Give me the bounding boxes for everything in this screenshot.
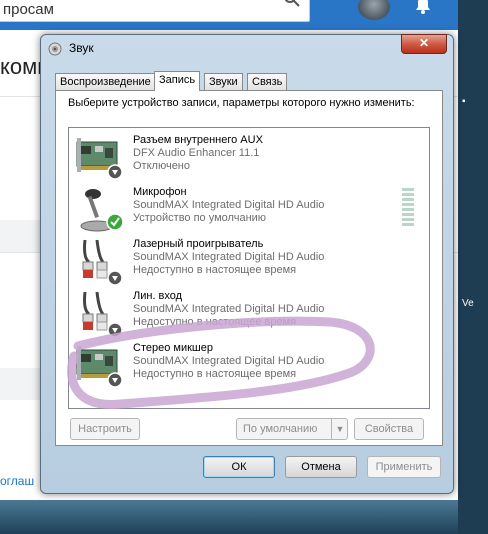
rca-cable-icon <box>82 239 123 286</box>
desktop-right-strip <box>458 0 488 534</box>
right-edge-text-ve: Ve <box>462 298 474 309</box>
device-name: Лазерный проигрыватель <box>133 238 264 250</box>
search-icon[interactable] <box>283 0 301 8</box>
device-driver: SoundMAX Integrated Digital HD Audio <box>133 199 325 211</box>
set-default-button[interactable]: По умолчанию ▼ <box>236 418 348 440</box>
device-status: Отключено <box>133 160 190 172</box>
level-meter <box>402 188 414 228</box>
list-item-aux[interactable]: Разъем внутреннего AUX DFX Audio Enhance… <box>69 132 427 184</box>
close-button[interactable]: ✕ <box>401 34 447 54</box>
list-item-laser-player[interactable]: Лазерный проигрыватель SoundMAX Integrat… <box>69 236 427 288</box>
chevron-down-icon[interactable]: ▼ <box>331 419 348 439</box>
list-item-stereo-mix[interactable]: Стерео микшер SoundMAX Integrated Digita… <box>69 340 427 392</box>
device-name: Лин. вход <box>133 290 183 302</box>
instruction-text: Выберите устройство записи, параметры ко… <box>68 97 415 109</box>
properties-button[interactable]: Свойства <box>354 418 424 440</box>
list-item-line-in[interactable]: Лин. вход SoundMAX Integrated Digital HD… <box>69 288 427 340</box>
tab-sounds[interactable]: Звуки <box>204 73 243 90</box>
device-driver: SoundMAX Integrated Digital HD Audio <box>133 355 325 367</box>
device-status: Недоступно в настоящее время <box>133 264 297 276</box>
cancel-button[interactable]: Отмена <box>285 456 357 478</box>
device-status: Недоступно в настоящее время <box>133 368 297 380</box>
sound-dialog: Звук ✕ Воспроизведение Запись Звуки Связ… <box>40 34 454 494</box>
tab-recording[interactable]: Запись <box>154 71 201 91</box>
device-name: Микрофон <box>133 186 187 198</box>
page-row <box>0 220 40 252</box>
configure-button[interactable]: Настроить <box>70 418 140 440</box>
sound-card-icon <box>76 346 123 388</box>
device-list[interactable]: Разъем внутреннего AUX DFX Audio Enhance… <box>68 127 430 409</box>
speaker-icon <box>48 42 62 56</box>
device-name: Стерео микшер <box>133 342 213 354</box>
device-driver: SoundMAX Integrated Digital HD Audio <box>133 303 325 315</box>
tab-playback[interactable]: Воспроизведение <box>55 73 156 90</box>
dialog-title: Звук <box>69 41 94 55</box>
search-input-text: просам <box>3 1 54 18</box>
device-driver: DFX Audio Enhancer 11.1 <box>133 147 260 159</box>
device-driver: SoundMAX Integrated Digital HD Audio <box>133 251 325 263</box>
search-input[interactable]: просам <box>0 0 310 22</box>
device-status: Недоступно в настоящее время <box>133 316 297 328</box>
microphone-icon <box>80 189 124 232</box>
page-row <box>0 368 40 400</box>
recording-panel: Выберите устройство записи, параметры ко… <box>55 90 443 446</box>
rca-cable-icon <box>82 291 123 338</box>
set-default-label: По умолчанию <box>243 423 318 435</box>
device-status: Устройство по умолчанию <box>133 212 267 224</box>
device-name: Разъем внутреннего AUX <box>133 134 263 146</box>
sound-card-icon <box>76 138 123 180</box>
apply-button[interactable]: Применить <box>367 456 441 478</box>
footer-link[interactable]: оглаш <box>0 474 34 488</box>
right-edge-text: ▪ <box>462 96 466 107</box>
ok-button[interactable]: ОК <box>203 456 275 478</box>
list-item-microphone[interactable]: Микрофон SoundMAX Integrated Digital HD … <box>69 184 427 236</box>
tab-communications[interactable]: Связь <box>247 73 288 90</box>
bell-icon[interactable] <box>412 0 434 16</box>
